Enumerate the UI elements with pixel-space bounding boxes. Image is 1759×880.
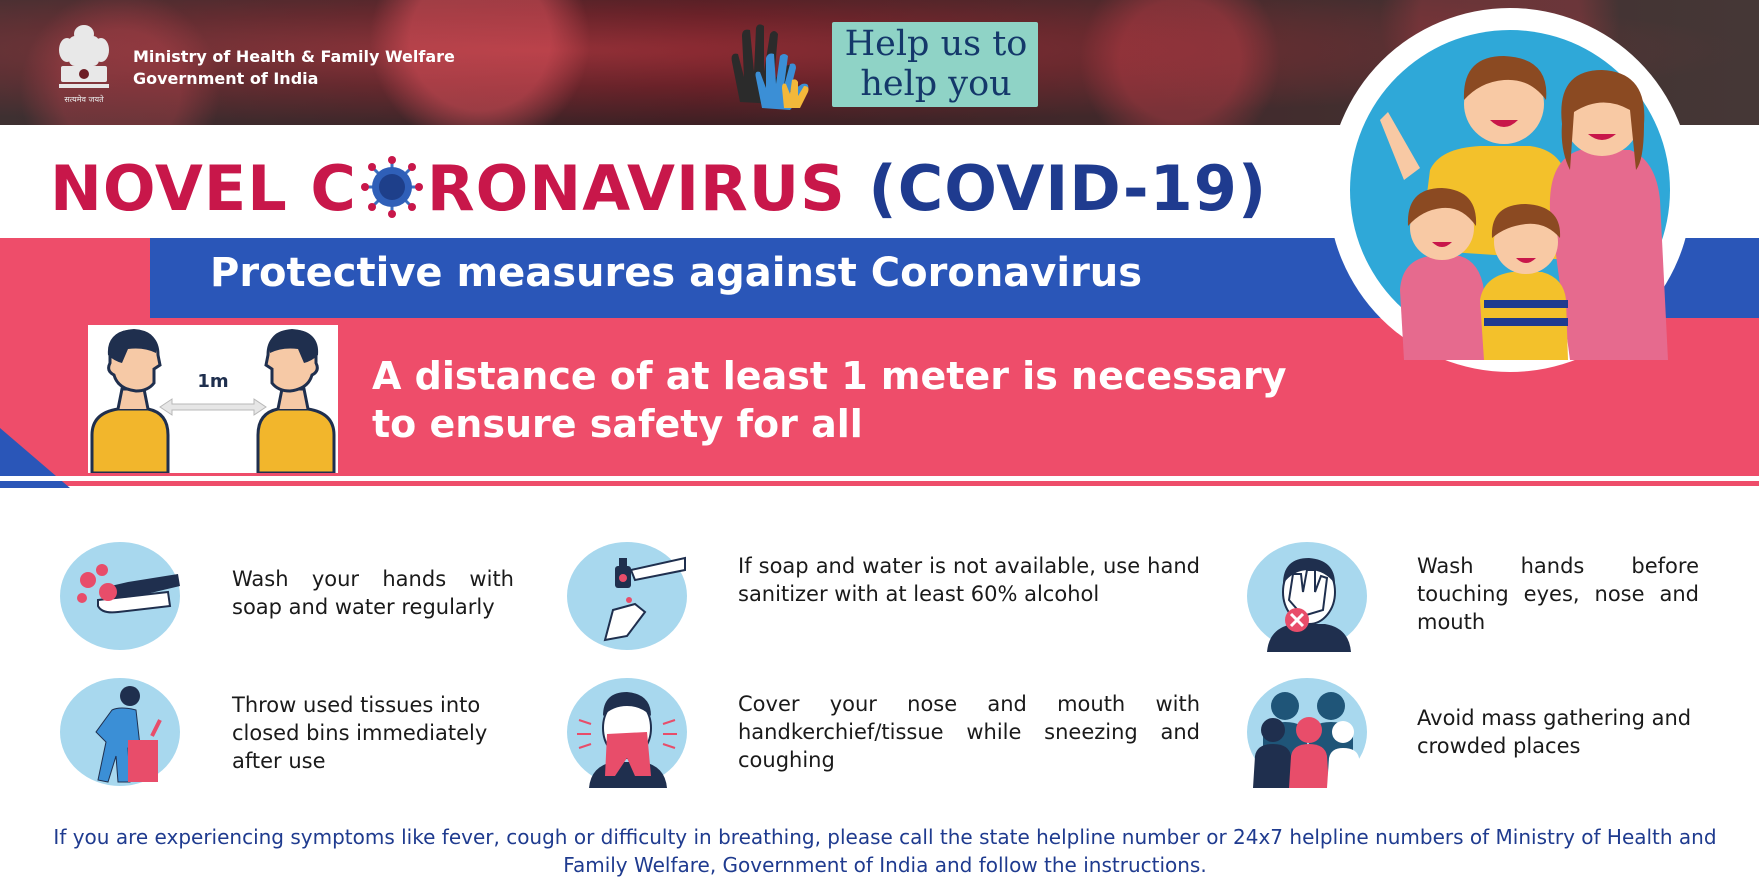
distance-line-1: A distance of at least 1 meter is necess…: [372, 354, 1287, 398]
measure-wash-hands: Wash your hands with soap and water regu…: [232, 567, 514, 619]
measure-sanitizer: If soap and water is not available, use …: [738, 554, 1200, 606]
ministry-line-1: Ministry of Health & Family Welfare: [133, 47, 455, 66]
distance-message: A distance of at least 1 meter is necess…: [372, 352, 1287, 448]
ministry-line-2: Government of India: [133, 69, 319, 88]
raised-hands-icon: [731, 24, 809, 110]
national-emblem-icon: सत्यमेव जयते: [59, 25, 109, 104]
tissue-bin-icon: [60, 678, 180, 786]
no-face-touch-icon: [1247, 542, 1367, 652]
virus-icon: [360, 156, 423, 218]
crowd-icon: [1247, 678, 1367, 788]
title-part-novel: NOVEL C: [50, 152, 357, 225]
measure-no-face-touch: Wash hands before touching eyes, nose an…: [1417, 554, 1699, 634]
measure-avoid-crowds: Avoid mass gathering and crowded places: [1417, 706, 1692, 758]
social-distance-icon: 1m: [88, 325, 338, 473]
help-line-1: Help us to: [844, 24, 1028, 64]
band-corner-decoration: [0, 238, 150, 318]
hand-washing-icon: [60, 542, 180, 650]
page-title: NOVEL C RONAVIRUS (COVID-19): [50, 152, 1267, 225]
help-us-text: Help us to help you: [836, 24, 1036, 104]
band-divider: [0, 476, 1759, 481]
subtitle: Protective measures against Coronavirus: [210, 250, 1143, 296]
distance-line-2: to ensure safety for all: [372, 402, 863, 446]
title-part-covid: (COVID-19): [868, 152, 1268, 225]
help-line-2: help you: [860, 64, 1012, 104]
ministry-name: Ministry of Health & Family Welfare Gove…: [133, 46, 455, 90]
family-illustration: [1328, 8, 1692, 372]
hand-sanitizer-icon: [567, 542, 687, 650]
measure-tissue-bins: Throw used tissues into closed bins imme…: [232, 693, 488, 773]
title-part-coronavirus: RONAVIRUS: [426, 152, 846, 225]
sneeze-cover-icon: [567, 678, 687, 788]
helpline-notice: If you are experiencing symptoms like fe…: [53, 825, 1717, 877]
emblem-motto: सत्यमेव जयते: [64, 94, 104, 104]
measure-cover-sneeze: Cover your nose and mouth with handkerch…: [738, 692, 1200, 772]
distance-label: 1m: [197, 371, 228, 392]
